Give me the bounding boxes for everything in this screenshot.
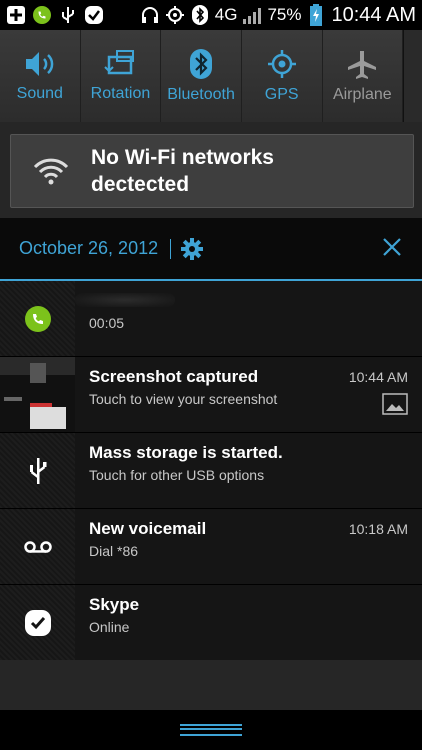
add-icon <box>6 5 26 25</box>
notification-time: 10:18 AM <box>348 521 408 537</box>
notification-title: Mass storage is started. <box>89 443 283 462</box>
check-icon <box>84 5 104 25</box>
notification-call[interactable]: 00:05 <box>0 281 422 357</box>
notification-screenshot[interactable]: Screenshot captured Touch to view your s… <box>0 357 422 433</box>
wifi-message: No Wi-Fi networks dectected <box>91 144 274 198</box>
bluetooth-icon <box>190 5 210 25</box>
usb-icon <box>29 457 46 484</box>
notification-icon <box>0 585 75 660</box>
notification-header: October 26, 2012 <box>0 218 422 281</box>
redacted-caller <box>75 293 175 307</box>
quick-toggle-label: Airplane <box>332 86 392 103</box>
notification-icon <box>0 509 75 584</box>
notification-icon <box>0 281 75 356</box>
notification-subtitle: 00:05 <box>89 315 125 331</box>
signal-icon <box>242 5 262 25</box>
notification-skype[interactable]: Skype Online <box>0 585 422 661</box>
battery-icon <box>306 4 326 26</box>
notification-usb[interactable]: Mass storage is started. Touch for other… <box>0 433 422 509</box>
gear-icon <box>181 237 204 260</box>
wifi-message-line2: dectected <box>91 173 190 196</box>
image-icon <box>382 393 408 420</box>
wifi-icon <box>33 158 69 185</box>
close-icon <box>383 238 401 256</box>
notification-voicemail[interactable]: New voicemail Dial *86 10:18 AM <box>0 509 422 585</box>
quick-toggle-label: Sound <box>16 85 63 102</box>
wifi-panel: No Wi-Fi networks dectected <box>0 122 422 218</box>
quick-toggle-label: GPS <box>264 86 299 103</box>
skype-icon <box>24 609 51 636</box>
notification-list: 00:05 Screenshot captured Touch to view … <box>0 281 422 661</box>
status-bar: 4G 75% 10:44 AM <box>0 0 422 30</box>
grip-icon <box>180 724 242 736</box>
airplane-icon <box>348 51 377 79</box>
quick-toggle-sound[interactable]: Sound <box>0 30 81 122</box>
wifi-status-card[interactable]: No Wi-Fi networks dectected <box>10 134 414 208</box>
quick-toggle-rotation[interactable]: Rotation <box>81 30 162 122</box>
notification-subtitle: Online <box>89 619 130 635</box>
phone-icon <box>24 305 51 332</box>
notification-icon <box>0 433 75 508</box>
voicemail-icon <box>23 540 52 553</box>
usb-icon <box>58 5 78 25</box>
rotation-icon <box>104 50 135 75</box>
phone-icon <box>32 5 52 25</box>
quick-toggle-bluetooth[interactable]: Bluetooth <box>161 30 242 122</box>
empty-shade-area <box>0 660 422 710</box>
clock: 10:44 AM <box>331 3 416 26</box>
network-type: 4G <box>214 5 238 24</box>
gps-icon <box>267 50 296 78</box>
settings-button[interactable] <box>181 237 204 260</box>
notification-subtitle: Touch to view your screenshot <box>89 391 278 407</box>
gps-icon <box>165 5 185 25</box>
screenshot-thumbnail <box>0 357 75 432</box>
divider <box>170 238 172 259</box>
quick-toggle-label: Bluetooth <box>167 86 235 103</box>
notification-time: 10:44 AM <box>348 369 408 385</box>
date-label: October 26, 2012 <box>19 238 159 258</box>
notification-subtitle: Touch for other USB options <box>89 467 265 483</box>
shade-drag-handle[interactable] <box>0 710 422 750</box>
wifi-message-line1: No Wi-Fi networks <box>91 146 274 169</box>
quick-toggle-gps[interactable]: GPS <box>242 30 323 122</box>
notification-subtitle: Dial *86 <box>89 543 139 559</box>
quick-toggle-airplane[interactable]: Airplane <box>323 30 404 122</box>
clear-all-button[interactable] <box>382 237 402 262</box>
quick-toggle-label: Rotation <box>90 85 151 102</box>
sound-icon <box>25 52 54 76</box>
battery-percent: 75% <box>267 5 302 24</box>
quick-settings: Sound Rotation Bluetooth GPS Airplane <box>0 30 422 123</box>
quick-settings-scroll-edge[interactable] <box>403 30 422 122</box>
notification-title: Skype <box>89 595 140 614</box>
bluetooth-icon <box>190 49 213 79</box>
headset-icon <box>140 5 160 25</box>
